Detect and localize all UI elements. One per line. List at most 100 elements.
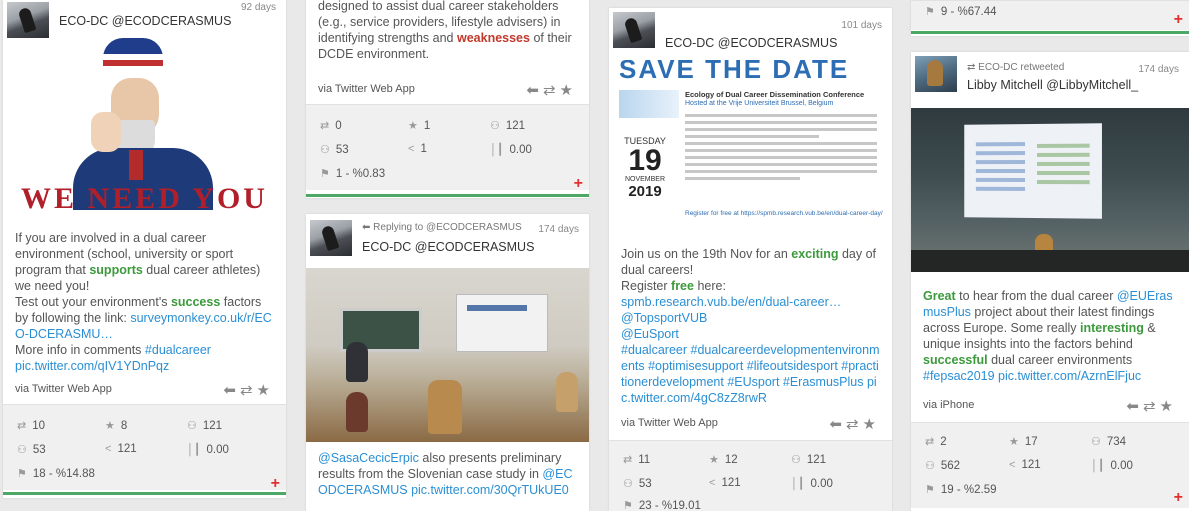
stat-impressions: ⚇ 562	[925, 459, 960, 472]
card-accent-bar	[911, 31, 1189, 34]
poster-subtitle: Hosted at the Vrije Universiteit Brussel…	[685, 100, 834, 107]
highlight-word: free	[671, 279, 694, 293]
tweet-stats: ⇄ 0 ★ 1 ⚇ 121 ⚇ 53 <1 │┃ 0.00 ⚑ 1 - %0.83 +	[306, 104, 589, 193]
stat-value: 12	[724, 454, 738, 466]
account-name[interactable]: ECO-DC @ECODCERASMUS	[665, 36, 837, 50]
stat-value: 121	[1021, 459, 1041, 471]
plus-icon[interactable]: +	[271, 475, 280, 493]
stat-likes: ★ 8	[105, 419, 127, 432]
stat-shares: <121	[709, 477, 741, 489]
stat-value: 0.00	[206, 444, 229, 456]
reply-icon[interactable]: ⬅	[1126, 398, 1143, 415]
projection-screen	[456, 294, 548, 352]
stat-rank: ⚑ 18 - %14.88	[17, 467, 95, 480]
star-icon[interactable]: ★	[863, 416, 880, 433]
share-icon: <	[408, 143, 415, 155]
column-1: ECO-DC @ECODCERASMUS 92 days WE NEED YOU…	[3, 0, 286, 511]
poster-photo	[619, 90, 679, 118]
tweet-card-c4: ECO-DC @ECODCERASMUS 101 days SAVE THE D…	[609, 8, 892, 511]
stat-value: 53	[32, 444, 46, 456]
rank-icon: ⚑	[925, 6, 935, 18]
star-icon: ★	[408, 120, 418, 132]
star-icon[interactable]: ★	[560, 82, 577, 99]
stat-value: 23 - %19.01	[638, 500, 701, 511]
stat-value: 53	[335, 144, 349, 156]
stat-value: 121	[117, 443, 137, 455]
tweet-source-row: via Twitter Web App ⬅⇄★	[609, 408, 892, 438]
plus-icon[interactable]: +	[574, 175, 583, 193]
avatar[interactable]	[310, 220, 352, 256]
stat-value: 1	[423, 120, 431, 132]
tweet-text: If you are involved in a dual career env…	[3, 230, 286, 374]
stat-shares: <1	[408, 143, 427, 155]
retweet-icon[interactable]: ⇄	[1143, 398, 1160, 415]
tweet-image[interactable]	[911, 108, 1189, 272]
stat-score: │┃ 0.00	[187, 443, 229, 456]
people-icon: ⚇	[17, 444, 27, 456]
account-name[interactable]: Libby Mitchell @LibbyMitchell_	[967, 78, 1138, 92]
stat-impressions: ⚇ 53	[17, 443, 46, 456]
text-part: Test out your environment's	[15, 295, 171, 309]
star-icon[interactable]: ★	[257, 382, 274, 399]
stat-value: 121	[806, 454, 827, 466]
tweet-actions: ⬅⇄★	[526, 81, 577, 99]
people-icon: ⚇	[623, 478, 633, 490]
tweet-image[interactable]: SAVE THE DATE Ecology of Dual Career Dis…	[609, 60, 892, 238]
bar-chart-icon: │┃	[187, 444, 201, 456]
audience-person	[428, 380, 462, 434]
tweet-link[interactable]: #fepsac2019 pic.twitter.com/AzrnElFjuc	[923, 369, 1141, 383]
tweet-link[interactable]: spmb.research.vub.be/en/dual-career…	[621, 295, 841, 309]
account-name[interactable]: ECO-DC @ECODCERASMUS	[59, 14, 231, 28]
stage-floor	[911, 250, 1189, 272]
card-accent-bar	[3, 492, 286, 495]
avatar[interactable]	[7, 2, 49, 38]
retweet-icon: ⇄	[320, 120, 330, 132]
reply-icon[interactable]: ⬅	[223, 382, 240, 399]
people-icon: ⚇	[925, 460, 935, 472]
text-part: here:	[693, 279, 726, 293]
avatar[interactable]	[613, 12, 655, 48]
poster-headline: SAVE THE DATE	[619, 60, 850, 84]
reply-text[interactable]: Replying to @ECODCERASMUS	[373, 222, 522, 233]
tweet-header: ⬅ Replying to @ECODCERASMUS ECO-DC @ECOD…	[306, 214, 589, 268]
tweet-hashtags[interactable]: #dualcareer #dualcareerdevelopmentenviro…	[621, 343, 880, 405]
stat-score: │┃ 0.00	[791, 477, 833, 490]
tweet-stats: ⇄ 11 ★ 12 ⚇ 121 ⚇ 53 <121 │┃ 0.00 ⚑ 23 - %19.0…	[609, 440, 892, 511]
stat-value: 19 - %2.59	[940, 484, 997, 496]
tweet-image[interactable]	[306, 268, 589, 442]
tweet-link[interactable]: @TopsportVUB	[621, 311, 707, 325]
plus-icon[interactable]: +	[1174, 11, 1183, 29]
tweet-image[interactable]: WE NEED YOU	[3, 38, 286, 210]
tweet-age: 174 days	[538, 224, 579, 235]
tweet-text: @SasaCecicErpic also presents preliminar…	[306, 450, 589, 498]
stat-value: 8	[120, 420, 128, 432]
plus-icon[interactable]: +	[1174, 489, 1183, 507]
stat-value: 17	[1024, 436, 1038, 448]
avatar[interactable]	[915, 56, 957, 92]
star-icon[interactable]: ★	[1160, 398, 1177, 415]
stat-rank: ⚑ 19 - %2.59	[925, 483, 997, 496]
retweet-icon[interactable]: ⇄	[543, 82, 560, 99]
reply-icon[interactable]: ⬅	[526, 82, 543, 99]
column-4: ⚑ 9 - %67.44 + ⇄ ECO-DC retweeted Libby M…	[911, 0, 1189, 511]
tweet-source-row: via Twitter Web App ⬅⇄★	[306, 74, 589, 104]
stat-likes: ★ 12	[709, 453, 738, 466]
stat-impressions: ⚇ 53	[623, 477, 652, 490]
tweet-link[interactable]: @EuSport	[621, 327, 679, 341]
account-name[interactable]: ECO-DC @ECODCERASMUS	[362, 240, 534, 254]
stat-retweets: ⇄ 10	[17, 419, 45, 432]
retweet-icon[interactable]: ⇄	[846, 416, 863, 433]
tweet-link[interactable]: @SasaCecicErpic	[318, 451, 419, 465]
retweet-indicator: ⇄ ECO-DC retweeted	[967, 62, 1064, 73]
poster-month: NOVEMBER	[624, 176, 666, 183]
retweet-icon[interactable]: ⇄	[240, 382, 257, 399]
stat-value: 18 - %14.88	[32, 468, 95, 480]
poster-register: Register for free at https://spmb.resear…	[685, 210, 883, 217]
tweet-source-row: via Twitter Web App ⬅⇄★	[3, 374, 286, 404]
rank-icon: ⚑	[320, 168, 330, 180]
reply-icon[interactable]: ⬅	[829, 416, 846, 433]
share-icon: <	[1009, 459, 1016, 471]
tweet-header: ⇄ ECO-DC retweeted Libby Mitchell @Libby…	[911, 52, 1189, 106]
retweet-icon: ⇄	[925, 436, 935, 448]
stat-value: 53	[638, 478, 652, 490]
